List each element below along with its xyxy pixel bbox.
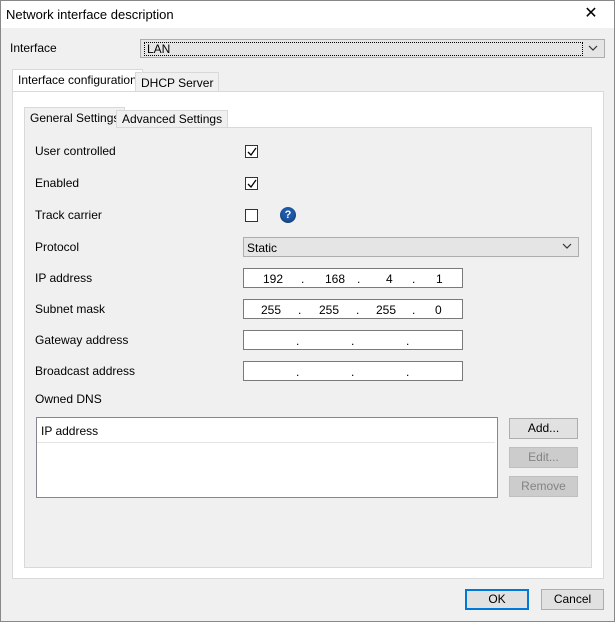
gateway-address-label: Gateway address [35, 333, 129, 347]
interface-select[interactable]: LAN [140, 39, 605, 58]
broadcast-address-label: Broadcast address [35, 364, 136, 378]
subnet-mask-field[interactable]: 255 . 255 . 255 . 0 [243, 299, 463, 319]
gateway-address-field[interactable]: . . . [243, 330, 463, 350]
protocol-label: Protocol [35, 240, 80, 254]
subnet-octet-2[interactable]: 255 [319, 303, 339, 317]
broadcast-address-field[interactable]: . . . [243, 361, 463, 381]
subnet-octet-3[interactable]: 255 [376, 303, 396, 317]
window-title: Network interface description [6, 7, 174, 22]
interface-label: Interface [10, 41, 57, 55]
ip-address-label: IP address [35, 271, 93, 285]
subnet-octet-1[interactable]: 255 [261, 303, 281, 317]
track-carrier-checkbox[interactable] [245, 209, 258, 222]
ip-dot: . [406, 334, 410, 348]
title-bar: Network interface description ✕ [1, 1, 614, 28]
protocol-value: Static [247, 241, 278, 255]
tab-dhcp-server[interactable]: DHCP Server [135, 72, 220, 92]
protocol-select[interactable]: Static [243, 237, 579, 257]
ip-octet-3[interactable]: 4 [386, 272, 393, 286]
user-controlled-checkbox[interactable] [245, 145, 258, 158]
cancel-button[interactable]: Cancel [541, 589, 604, 610]
subnet-octet-4[interactable]: 0 [435, 303, 442, 317]
ip-dot: . [412, 272, 416, 286]
help-icon[interactable]: ? [280, 207, 296, 223]
ip-dot: . [296, 334, 300, 348]
ip-octet-4[interactable]: 1 [436, 272, 443, 286]
ip-dot: . [301, 272, 305, 286]
ip-dot: . [412, 303, 416, 317]
user-controlled-label: User controlled [35, 144, 116, 158]
remove-dns-button[interactable]: Remove [509, 476, 578, 497]
list-column-header[interactable]: IP address [37, 418, 495, 443]
checkmark-icon [247, 179, 257, 189]
ip-dot: . [406, 365, 410, 379]
chevron-down-icon [562, 241, 572, 254]
owned-dns-label: Owned DNS [35, 392, 102, 406]
track-carrier-label: Track carrier [35, 208, 102, 222]
ip-dot: . [351, 334, 355, 348]
ip-octet-2[interactable]: 168 [325, 272, 345, 286]
ip-dot: . [296, 365, 300, 379]
owned-dns-list[interactable]: IP address [36, 417, 498, 498]
ip-dot: . [356, 303, 360, 317]
enabled-label: Enabled [35, 176, 80, 190]
close-icon[interactable]: ✕ [568, 1, 614, 28]
checkmark-icon [247, 147, 257, 157]
edit-dns-button[interactable]: Edit... [509, 447, 578, 468]
network-interface-dialog: Network interface description ✕ Interfac… [0, 0, 615, 622]
add-dns-button[interactable]: Add... [509, 418, 578, 439]
ip-dot: . [357, 272, 361, 286]
column-header-ip-address: IP address [41, 424, 99, 438]
interface-value: LAN [144, 42, 583, 56]
tab-general-settings[interactable]: General Settings [24, 107, 126, 128]
ip-octet-1[interactable]: 192 [263, 272, 283, 286]
enabled-checkbox[interactable] [245, 177, 258, 190]
chevron-down-icon [588, 43, 598, 56]
subnet-mask-label: Subnet mask [35, 302, 106, 316]
ok-button[interactable]: OK [465, 589, 529, 610]
ip-dot: . [298, 303, 302, 317]
tab-interface-configuration[interactable]: Interface configuration [12, 69, 143, 92]
ip-address-field[interactable]: 192 . 168 . 4 . 1 [243, 268, 463, 288]
tab-advanced-settings[interactable]: Advanced Settings [116, 110, 229, 128]
ip-dot: . [351, 365, 355, 379]
